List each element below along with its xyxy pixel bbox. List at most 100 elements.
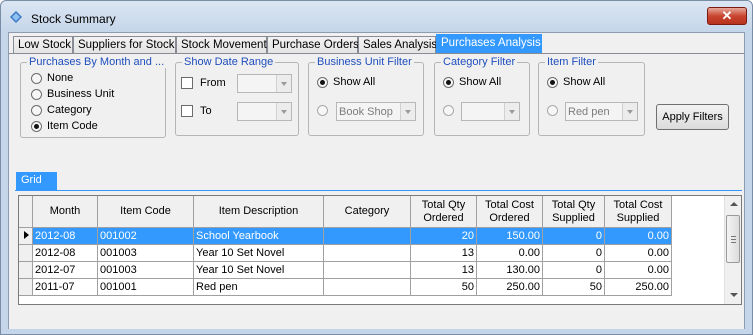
business-unit-show-all-circle[interactable] [317,76,328,88]
cell-total-qty-ordered[interactable]: 20 [411,228,477,245]
row-indicator [19,245,33,262]
category-show-all-circle[interactable] [443,76,454,88]
business-unit-filter-legend: Business Unit Filter [315,56,414,68]
radio-none-circle[interactable] [31,72,42,84]
from-label: From [200,77,226,89]
cell-total-cost-ordered[interactable]: 0.00 [477,245,543,262]
item-combo-value: Red pen [568,106,610,118]
col-header-category[interactable]: Category [324,196,411,228]
chevron-down-icon[interactable] [622,103,637,120]
cell-category[interactable] [324,279,411,296]
radio-none-label: None [47,72,74,84]
cell-month[interactable]: 2012-07 [33,262,98,279]
cell-total-qty-ordered[interactable]: 13 [411,262,477,279]
category-combo[interactable] [461,102,520,121]
cell-item-code[interactable]: 001001 [98,279,194,296]
cell-category[interactable] [324,262,411,279]
radio-none[interactable]: None [31,72,73,84]
business-unit-combo[interactable]: Book Shop [336,102,416,121]
chevron-down-icon[interactable] [276,103,291,120]
purchases-by-group: Purchases By Month and ... None Business… [20,56,167,138]
col-header-total-cost-ordered[interactable]: Total Cost Ordered [477,196,543,228]
cell-total-qty-supplied[interactable]: 0 [543,245,605,262]
category-select-circle[interactable] [443,105,454,116]
col-header-item-code[interactable]: Item Code [98,196,194,228]
col-header-total-qty-supplied[interactable]: Total Qty Supplied [543,196,605,228]
item-select-radio[interactable] [547,105,563,116]
cell-total-cost-ordered[interactable]: 150.00 [477,228,543,245]
cell-total-cost-supplied[interactable]: 0.00 [605,262,672,279]
radio-business-unit[interactable]: Business Unit [31,88,114,100]
cell-item-description[interactable]: Year 10 Set Novel [194,262,324,279]
cell-total-qty-supplied[interactable]: 0 [543,262,605,279]
business-unit-select-radio[interactable] [317,105,333,116]
col-header-item-description[interactable]: Item Description [194,196,324,228]
vertical-scrollbar[interactable] [724,196,741,304]
cell-month[interactable]: 2012-08 [33,228,98,245]
chevron-down-icon[interactable] [504,103,519,120]
cell-item-code[interactable]: 001002 [98,228,194,245]
tab-grid[interactable]: Grid [16,172,57,190]
radio-item-code-circle[interactable] [31,120,42,132]
cell-total-cost-supplied[interactable]: 250.00 [605,279,672,296]
cell-total-qty-supplied[interactable]: 50 [543,279,605,296]
col-header-total-cost-supplied[interactable]: Total Cost Supplied [605,196,672,228]
cell-item-description[interactable]: School Yearbook [194,228,324,245]
cell-total-cost-ordered[interactable]: 250.00 [477,279,543,296]
category-filter-group: Category Filter Show All [434,56,530,136]
cell-month[interactable]: 2011-07 [33,279,98,296]
tab-purchases-analysis[interactable]: Purchases Analysis [436,34,542,55]
tab-suppliers-for-stock[interactable]: Suppliers for Stock [73,36,176,54]
cell-total-qty-ordered[interactable]: 13 [411,245,477,262]
scroll-down-icon[interactable] [730,293,738,297]
grip-line [731,242,736,243]
cell-total-cost-supplied[interactable]: 0.00 [605,228,672,245]
chevron-down-icon[interactable] [276,75,291,92]
col-header-total-qty-ordered[interactable]: Total Qty Ordered [411,196,477,228]
row-indicator-header [19,196,33,228]
cell-item-code[interactable]: 001003 [98,262,194,279]
business-unit-show-all-radio[interactable]: Show All [317,76,375,88]
from-checkbox[interactable] [181,77,193,89]
scrollbar-thumb[interactable] [726,215,740,263]
radio-business-unit-label: Business Unit [47,88,115,100]
from-date-picker[interactable] [237,74,292,93]
tab-purchase-orders[interactable]: Purchase Orders [267,36,359,54]
results-grid[interactable]: Month Item Code Item Description Categor… [18,195,742,305]
cell-total-cost-supplied[interactable]: 0.00 [605,245,672,262]
radio-category-circle[interactable] [31,104,42,116]
close-button[interactable]: ✕ [707,7,747,25]
to-date-picker[interactable] [237,102,292,121]
cell-item-code[interactable]: 001003 [98,245,194,262]
cell-total-cost-ordered[interactable]: 130.00 [477,262,543,279]
title-bar[interactable]: Stock Summary ✕ [1,1,752,31]
window-title: Stock Summary [31,12,116,26]
cell-total-qty-ordered[interactable]: 50 [411,279,477,296]
grip-line [731,239,736,240]
tab-stock-movement[interactable]: Stock Movement [176,36,267,54]
apply-filters-button[interactable]: Apply Filters [656,104,729,130]
cell-item-description[interactable]: Year 10 Set Novel [194,245,324,262]
scroll-up-icon[interactable] [730,202,738,206]
item-show-all-circle[interactable] [547,76,558,88]
cell-item-description[interactable]: Red pen [194,279,324,296]
cell-total-qty-supplied[interactable]: 0 [543,228,605,245]
cell-category[interactable] [324,245,411,262]
tab-sales-analysis[interactable]: Sales Analysis [358,36,437,54]
row-indicator [19,279,33,296]
item-combo[interactable]: Red pen [565,102,638,121]
category-show-all-radio[interactable]: Show All [443,76,501,88]
cell-category[interactable] [324,228,411,245]
tab-low-stock[interactable]: Low Stock [13,36,73,54]
radio-category[interactable]: Category [31,104,92,116]
radio-item-code[interactable]: Item Code [31,120,98,132]
item-select-circle[interactable] [547,105,558,116]
business-unit-select-circle[interactable] [317,105,328,116]
col-header-month[interactable]: Month [33,196,98,228]
cell-month[interactable]: 2012-08 [33,245,98,262]
radio-business-unit-circle[interactable] [31,88,42,100]
item-show-all-radio[interactable]: Show All [547,76,605,88]
to-checkbox[interactable] [181,105,193,117]
chevron-down-icon[interactable] [400,103,415,120]
category-select-radio[interactable] [443,105,459,116]
